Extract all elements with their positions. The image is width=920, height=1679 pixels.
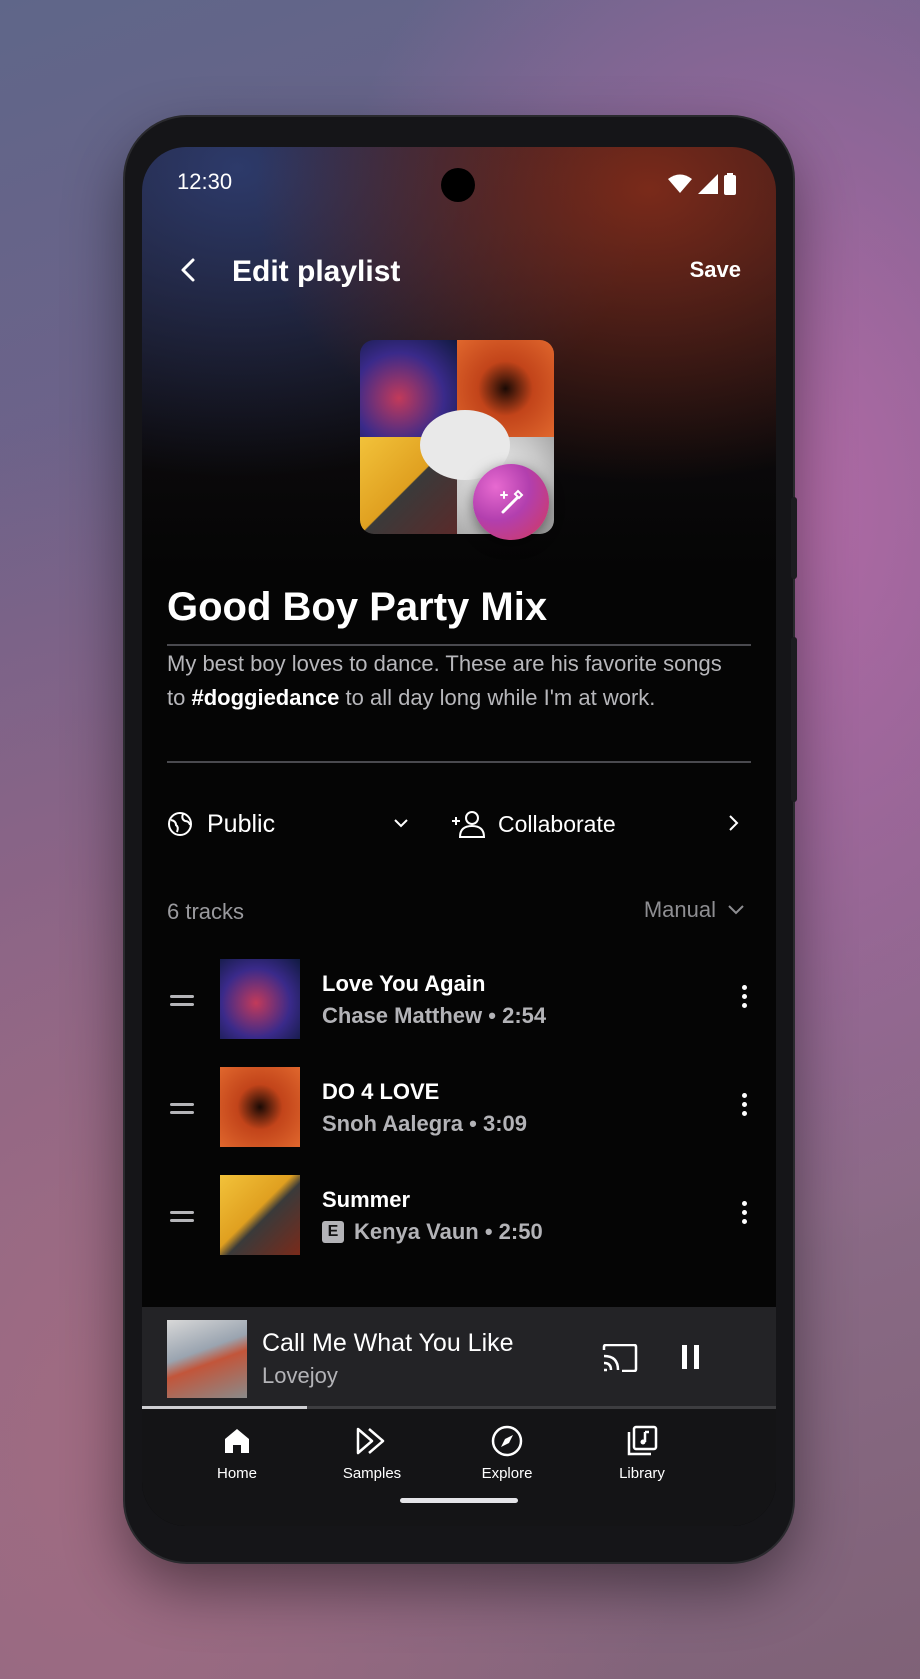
drag-handle-icon[interactable]	[170, 1103, 194, 1115]
description-underline	[167, 761, 751, 763]
track-subtitle: E Kenya Vaun • 2:50	[322, 1219, 543, 1245]
nav-samples[interactable]: Samples	[312, 1423, 432, 1482]
front-camera	[441, 168, 475, 202]
track-row[interactable]: DO 4 LOVE Snoh Aalegra • 3:09	[142, 1065, 776, 1149]
track-row[interactable]: Love You Again Chase Matthew • 2:54	[142, 957, 776, 1041]
privacy-label: Public	[207, 809, 276, 838]
chevron-down-icon	[728, 905, 744, 915]
status-icons	[668, 173, 736, 195]
track-artist: Snoh Aalegra	[322, 1111, 463, 1136]
battery-icon	[724, 173, 736, 195]
phone-frame: 12:30 Edit playlist Save Good Boy Party …	[125, 117, 797, 1562]
status-bar: 12:30	[142, 147, 776, 227]
track-title: Summer	[322, 1187, 411, 1212]
collaborate-button[interactable]: Collaborate	[452, 802, 616, 846]
status-time: 12:30	[177, 169, 233, 194]
nav-explore[interactable]: Explore	[447, 1423, 567, 1482]
save-button[interactable]: Save	[690, 257, 741, 283]
track-subtitle: Chase Matthew • 2:54	[322, 1003, 546, 1029]
collaborate-label: Collaborate	[498, 810, 616, 837]
home-icon	[225, 1429, 249, 1453]
track-artwork	[220, 1175, 300, 1255]
nav-label: Explore	[481, 1465, 533, 1482]
track-subtitle: Snoh Aalegra • 3:09	[322, 1111, 527, 1137]
wifi-icon	[668, 174, 692, 193]
back-arrow-icon[interactable]	[172, 253, 206, 287]
globe-icon	[168, 812, 192, 836]
track-artist: Chase Matthew	[322, 1003, 483, 1028]
gesture-home-indicator	[400, 1498, 518, 1503]
separator: •	[484, 1219, 493, 1244]
app-header: Edit playlist Save	[142, 247, 776, 307]
privacy-selector[interactable]: Public	[167, 802, 275, 846]
pause-button[interactable]	[682, 1345, 699, 1369]
track-artist: Kenya Vaun	[354, 1219, 479, 1244]
drag-handle-icon[interactable]	[170, 995, 194, 1007]
edit-cover-button[interactable]	[473, 464, 549, 540]
description-text: to all day long while I'm at work.	[339, 685, 656, 710]
track-artwork	[220, 1067, 300, 1147]
add-person-icon	[452, 811, 486, 838]
screen: 12:30 Edit playlist Save Good Boy Party …	[142, 147, 776, 1526]
page-title: Edit playlist	[232, 255, 401, 288]
samples-icon	[356, 1427, 385, 1455]
now-playing-artist: Lovejoy	[262, 1363, 338, 1388]
more-options-icon[interactable]	[742, 1201, 748, 1229]
now-playing-title: Call Me What You Like	[262, 1329, 514, 1357]
chevron-right-icon[interactable]	[725, 812, 741, 834]
sort-label: Manual	[643, 897, 716, 922]
track-title: DO 4 LOVE	[322, 1079, 440, 1104]
nav-label: Library	[619, 1465, 665, 1482]
compass-icon	[491, 1425, 523, 1457]
track-count: 6 tracks	[167, 899, 245, 924]
library-icon	[627, 1425, 658, 1456]
mini-player[interactable]: Call Me What You Like Lovejoy	[142, 1307, 776, 1407]
nav-label: Samples	[342, 1465, 402, 1482]
nav-home[interactable]: Home	[177, 1423, 297, 1482]
track-duration: 3:09	[482, 1111, 527, 1136]
playlist-description-field[interactable]: My best boy loves to dance. These are hi…	[167, 647, 727, 715]
track-duration: 2:50	[498, 1219, 543, 1244]
chevron-down-icon[interactable]	[392, 814, 410, 832]
sort-selector[interactable]: Manual	[644, 897, 746, 923]
power-button	[791, 497, 797, 579]
separator: •	[488, 1003, 496, 1028]
separator: •	[469, 1111, 477, 1136]
volume-button	[791, 637, 797, 802]
track-artwork	[220, 959, 300, 1039]
track-title: Love You Again	[322, 971, 486, 996]
playlist-name-field[interactable]: Good Boy Party Mix	[167, 585, 547, 630]
cast-icon[interactable]	[602, 1344, 638, 1372]
more-options-icon[interactable]	[742, 985, 748, 1013]
description-hashtag: #doggiedance	[191, 685, 340, 710]
nav-library[interactable]: Library	[582, 1423, 702, 1482]
track-row[interactable]: Summer E Kenya Vaun • 2:50	[142, 1173, 776, 1257]
signal-icon	[698, 174, 718, 194]
magic-wand-icon	[500, 489, 524, 514]
explicit-badge: E	[322, 1221, 344, 1243]
drag-handle-icon[interactable]	[170, 1211, 194, 1223]
bottom-navigation: Home Samples Explore Library	[142, 1409, 776, 1526]
nav-label: Home	[216, 1465, 257, 1482]
more-options-icon[interactable]	[742, 1093, 748, 1121]
now-playing-artwork	[167, 1320, 247, 1398]
track-duration: 2:54	[502, 1003, 547, 1028]
name-underline	[167, 644, 751, 646]
